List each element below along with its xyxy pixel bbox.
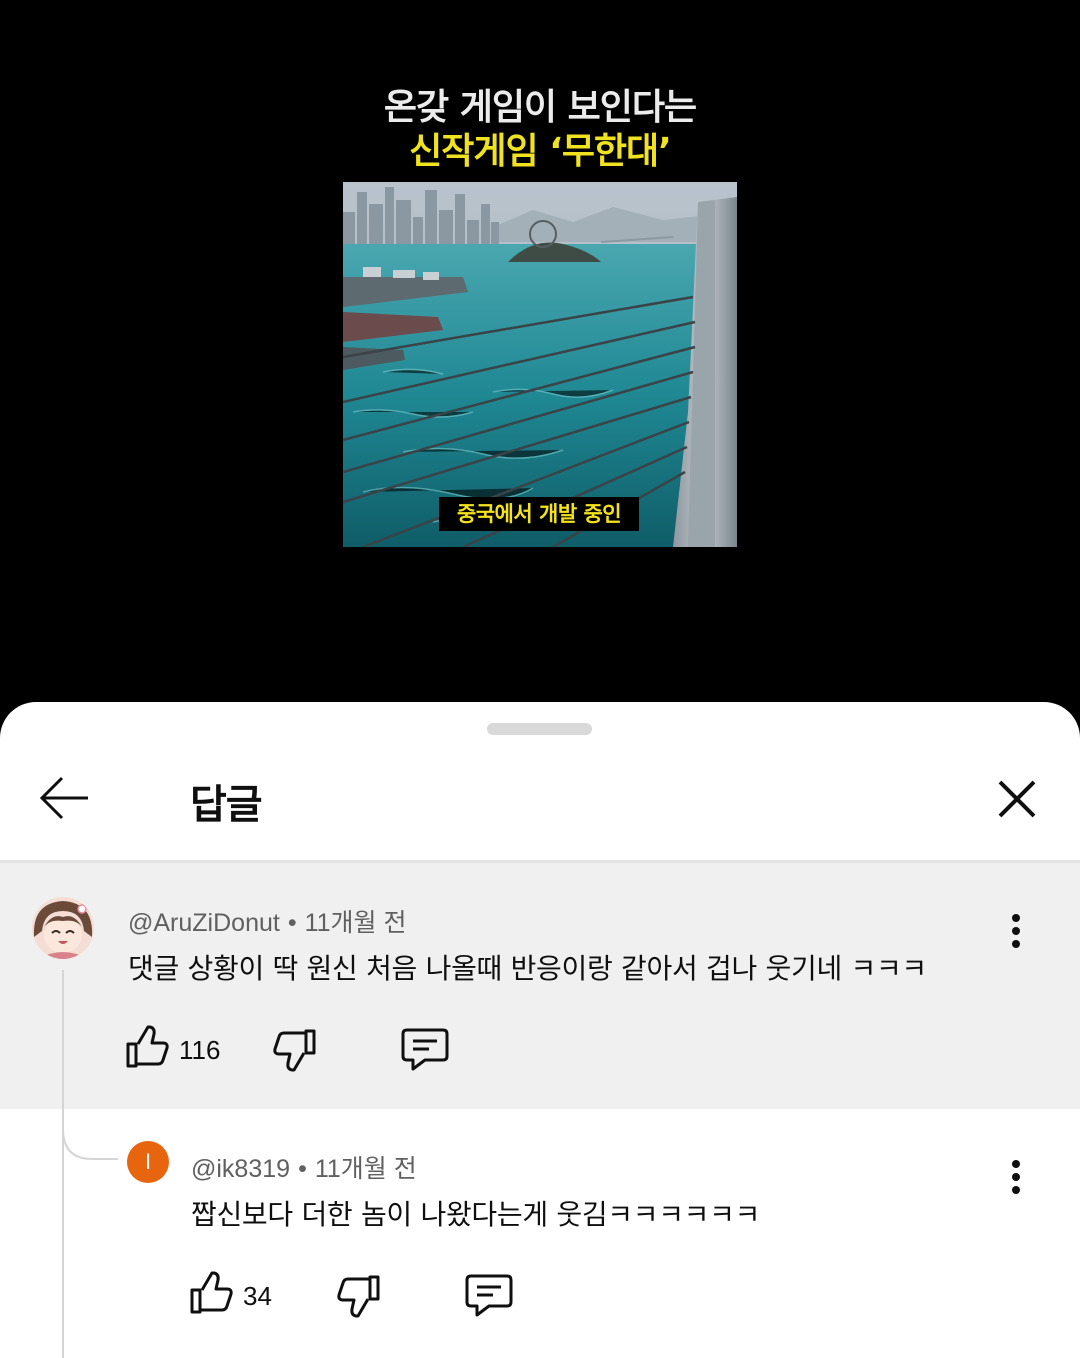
comment-icon xyxy=(465,1274,513,1317)
video-frame xyxy=(343,182,737,547)
dislike-button[interactable] xyxy=(336,1273,382,1323)
more-vert-icon-dot xyxy=(1012,1173,1020,1181)
close-button[interactable] xyxy=(990,772,1044,826)
back-button[interactable] xyxy=(36,774,92,822)
video-headline-line2: 신작게임 ‘무한대’ xyxy=(409,131,672,172)
parent-comment: @AruZiDonut • 11개월 전 댓글 상황이 딱 원신 처음 나올때 반응… xyxy=(0,863,1080,1109)
sheet-title: 답글 xyxy=(190,782,263,828)
like-button[interactable] xyxy=(188,1270,234,1320)
like-button[interactable] xyxy=(124,1024,170,1074)
meta-separator: • xyxy=(287,909,297,937)
comment-time: 11개월 전 xyxy=(304,909,407,937)
meta-separator: • xyxy=(298,1155,307,1183)
more-vert-icon-dot xyxy=(1012,940,1020,948)
comment-author[interactable]: @ik8319 xyxy=(191,1155,290,1183)
like-count: 116 xyxy=(179,1035,221,1065)
replies-sheet: 답글 @AruZiDonut • 11개월 전 댓글 상황이 딱 원신 처음 나… xyxy=(0,702,1080,1358)
comment-meta: @AruZiDonut • 11개월 전 xyxy=(128,903,407,939)
anime-avatar-icon xyxy=(32,897,94,959)
thumb-up-icon xyxy=(126,1025,169,1068)
video-player[interactable]: 온갖 게임이 보인다는 신작게임 ‘무한대’ 중국에서 개발 중인 xyxy=(0,0,1080,720)
comment-text: 댓글 상황이 딱 원신 처음 나올때 반응이랑 같아서 겁나 웃기네 ㅋㅋㅋ xyxy=(128,952,927,985)
avatar[interactable] xyxy=(32,897,94,959)
video-caption: 중국에서 개발 중인 xyxy=(439,497,639,531)
comment-meta: @ik8319 • 11개월 전 xyxy=(191,1149,417,1185)
arrow-left-icon xyxy=(39,776,88,820)
comment-text: 짭신보다 더한 놈이 나왔다는게 웃김ㅋㅋㅋㅋㅋㅋ xyxy=(191,1198,761,1231)
comment-menu-button[interactable] xyxy=(1001,910,1031,954)
more-vert-icon xyxy=(1012,914,1020,922)
thumb-up-icon xyxy=(190,1271,233,1314)
more-vert-icon-dot xyxy=(1012,927,1020,935)
more-vert-icon xyxy=(1012,1160,1020,1168)
reply-button[interactable] xyxy=(465,1272,513,1322)
comment-menu-button[interactable] xyxy=(1001,1156,1031,1200)
like-count: 34 xyxy=(243,1281,272,1311)
thumb-down-icon xyxy=(273,1029,316,1072)
comment-time: 11개월 전 xyxy=(314,1155,417,1183)
close-icon xyxy=(998,780,1036,818)
drag-handle[interactable] xyxy=(487,723,592,735)
thumb-down-icon xyxy=(337,1275,380,1318)
avatar[interactable]: I xyxy=(127,1141,169,1183)
comment-icon xyxy=(401,1028,449,1071)
comment-author[interactable]: @AruZiDonut xyxy=(128,909,280,937)
reply-button[interactable] xyxy=(401,1026,449,1076)
thread-connector xyxy=(62,1099,118,1160)
dislike-button[interactable] xyxy=(272,1027,318,1077)
reply-comment: I @ik8319 • 11개월 전 짭신보다 더한 놈이 나왔다는게 웃김ㅋㅋㅋㅋ… xyxy=(0,1109,1080,1358)
more-vert-icon-dot xyxy=(1012,1186,1020,1194)
